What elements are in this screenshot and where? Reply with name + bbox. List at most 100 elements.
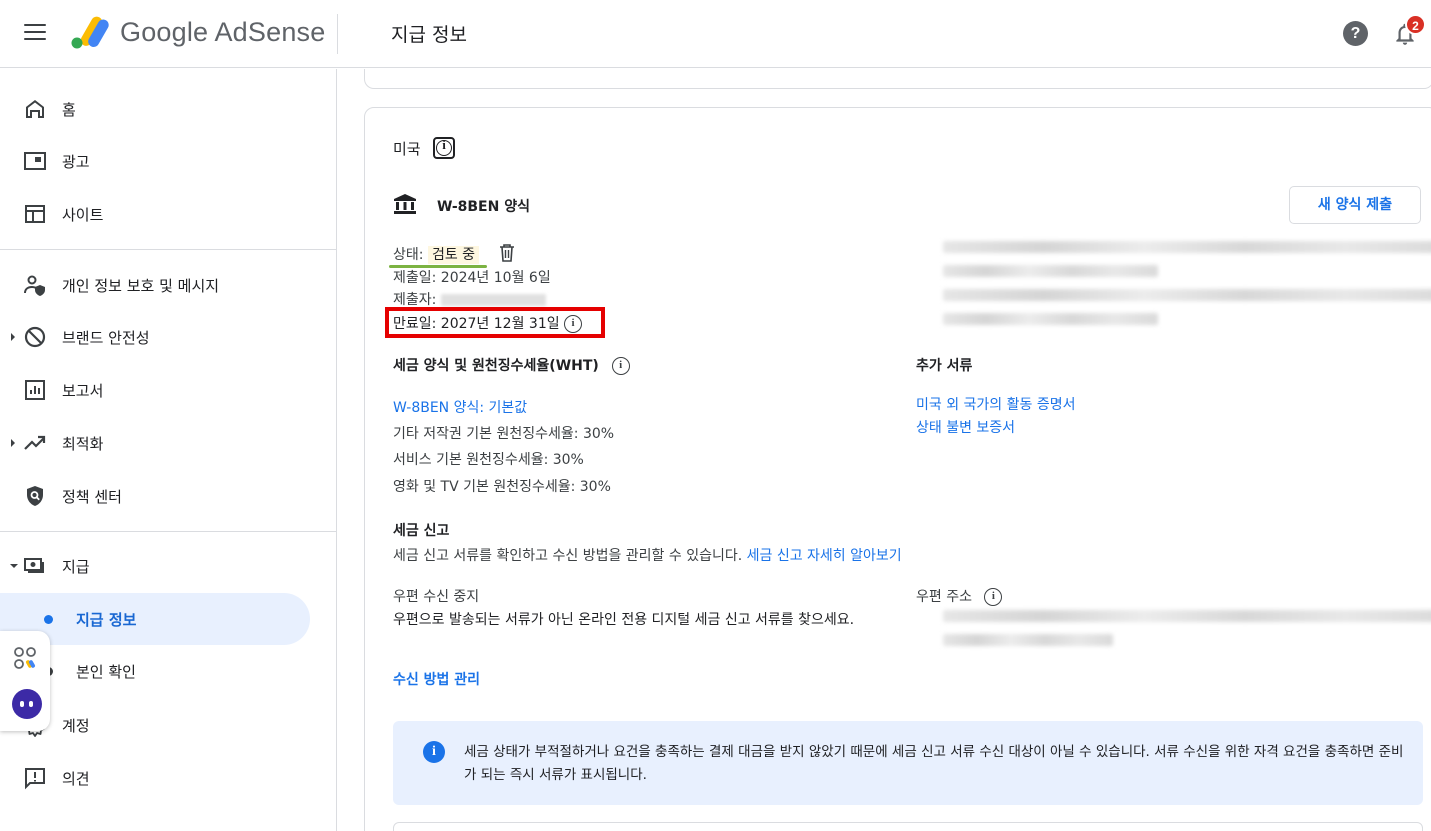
sidebar-item-label: 지급: [62, 558, 90, 576]
sidebar-subitem-label: 지급 정보: [76, 611, 137, 629]
sidebar-item-sites[interactable]: 사이트: [0, 189, 330, 237]
redacted-text: [943, 289, 1431, 301]
tax-filing-learn-more-link[interactable]: 세금 신고 자세히 알아보기: [747, 548, 902, 564]
main-content: 미국 W-8BEN 양식 새 양식 제출 상태: 검토 중 제출일: 2024년…: [338, 69, 1431, 831]
bank-icon: [394, 194, 416, 214]
sidebar-subitem-label: 본인 확인: [76, 663, 136, 681]
floating-assistant-widget: [0, 631, 50, 731]
country-title: 미국: [393, 140, 421, 158]
additional-docs-title: 추가 서류: [916, 358, 973, 374]
help-icon[interactable]: ?: [1343, 21, 1368, 46]
sidebar-item-label: 광고: [62, 153, 90, 171]
ads-icon: [24, 152, 46, 170]
submitted-date: 제출일: 2024년 10월 6일: [393, 270, 551, 286]
assistant-bot-icon[interactable]: [12, 689, 42, 719]
submit-new-form-button[interactable]: 새 양식 제출: [1289, 186, 1421, 224]
expiry-line: 만료일: 2027년 12월 31일 i: [393, 313, 583, 333]
sidebar-item-label: 의견: [62, 770, 90, 788]
redacted-address: [943, 634, 1113, 646]
sidebar-item-reports[interactable]: 보고서: [0, 365, 330, 413]
trending-up-icon: [24, 435, 46, 450]
info-icon[interactable]: [433, 137, 455, 159]
status-label: 상태:: [393, 247, 424, 263]
sidebar-item-label: 최적화: [62, 435, 104, 453]
info-filled-icon: i: [423, 741, 445, 763]
manage-delivery-link[interactable]: 수신 방법 관리: [393, 669, 480, 689]
delete-trash-icon[interactable]: [499, 244, 515, 262]
redacted-address: [943, 610, 1431, 622]
expand-caret-icon[interactable]: [11, 333, 15, 341]
nav-divider: [0, 531, 337, 532]
wht-section-title: 세금 양식 및 원천징수세율(WHT) i: [393, 355, 630, 375]
info-notice: i 세금 상태가 부적절하거나 요건을 충족하는 결제 대금을 받지 않았기 때…: [393, 721, 1423, 805]
privacy-messaging-icon: [24, 275, 45, 296]
previous-card: [364, 69, 1431, 89]
nav-divider: [0, 249, 337, 250]
certificate-of-activities-link[interactable]: 미국 외 국가의 활동 증명서: [916, 394, 1075, 414]
tax-info-card: 미국 W-8BEN 양식 새 양식 제출 상태: 검토 중 제출일: 2024년…: [364, 107, 1431, 831]
info-icon[interactable]: i: [984, 588, 1003, 606]
form-name: W-8BEN 양식: [437, 199, 530, 215]
redacted-text: [943, 241, 1431, 253]
wht-rate-item: 서비스 기본 원천징수세율: 30%: [393, 452, 584, 468]
wht-title-text: 세금 양식 및 원천징수세율(WHT): [393, 358, 599, 374]
redacted-text: [943, 265, 1158, 277]
sidebar-item-ads[interactable]: 광고: [0, 136, 330, 184]
submitter-line: 제출자:: [393, 289, 546, 309]
postal-address-title: 우편 주소 i: [916, 586, 1003, 606]
submitter-label: 제출자:: [393, 292, 437, 308]
info-icon[interactable]: i: [611, 357, 630, 375]
sidebar-item-label: 개인 정보 보호 및 메시지: [62, 277, 220, 295]
tax-filing-description: 세금 신고 서류를 확인하고 수신 방법을 관리할 수 있습니다. 세금 신고 …: [393, 545, 902, 565]
postal-stop-title: 우편 수신 중지: [393, 589, 480, 605]
block-icon: [24, 326, 46, 348]
info-icon[interactable]: i: [564, 315, 583, 333]
brand-name[interactable]: Google AdSense: [120, 17, 325, 48]
page-title: 지급 정보: [391, 24, 467, 46]
sidebar-nav: 홈 광고 사이트 개인 정보 보호 및 메시지 브랜드 안전성 보고서 최적화 …: [0, 69, 337, 831]
reports-icon: [25, 380, 45, 400]
main-menu-button[interactable]: [24, 24, 46, 42]
home-icon: [26, 100, 44, 118]
sidebar-item-feedback[interactable]: 의견: [0, 753, 330, 801]
sidebar-item-payments[interactable]: 지급: [0, 541, 330, 589]
bullet-dot-icon: [44, 615, 53, 624]
postal-address-title-text: 우편 주소: [916, 589, 972, 605]
sidebar-item-label: 사이트: [62, 206, 104, 224]
postal-stop-description: 우편으로 발송되는 서류가 아닌 온라인 전용 디지털 세금 신고 서류를 찾으…: [393, 612, 855, 628]
next-section-box: [393, 822, 1423, 831]
sidebar-item-policy-center[interactable]: 정책 센터: [0, 471, 330, 519]
apps-icon[interactable]: [12, 645, 38, 671]
sidebar-item-label: 계정: [62, 717, 90, 735]
sidebar-item-privacy-messaging[interactable]: 개인 정보 보호 및 메시지: [0, 260, 330, 308]
redacted-name: [440, 294, 546, 306]
tax-filing-desc-text: 세금 신고 서류를 확인하고 수신 방법을 관리할 수 있습니다.: [393, 548, 743, 564]
sidebar-item-label: 홈: [62, 101, 76, 119]
status-value: 검토 중: [427, 246, 480, 264]
adsense-logo-icon[interactable]: [70, 14, 110, 50]
status-line: 상태: 검토 중: [393, 244, 480, 264]
sidebar-item-label: 브랜드 안전성: [62, 329, 150, 347]
sites-icon: [25, 205, 45, 223]
wht-rate-item: 기타 저작권 기본 원천징수세율: 30%: [393, 426, 615, 442]
wht-rate-item: 영화 및 TV 기본 원천징수세율: 30%: [393, 479, 611, 495]
tax-filing-title: 세금 신고: [393, 523, 450, 539]
notification-count-badge: 2: [1405, 14, 1426, 35]
sidebar-item-optimization[interactable]: 최적화: [0, 418, 330, 466]
policy-shield-icon: [27, 486, 43, 506]
collapse-caret-icon[interactable]: [10, 564, 18, 568]
header-divider: [337, 14, 338, 54]
sidebar-item-label: 정책 센터: [62, 488, 122, 506]
expiry-date: 만료일: 2027년 12월 31일: [393, 316, 560, 332]
feedback-icon: [25, 768, 45, 790]
sidebar-item-label: 보고서: [62, 382, 104, 400]
notice-text: 세금 상태가 부적절하거나 요건을 충족하는 결제 대금을 받지 않았기 때문에…: [464, 744, 1404, 783]
redacted-text: [943, 313, 1158, 325]
no-change-certificate-link[interactable]: 상태 불변 보증서: [916, 417, 1015, 437]
expand-caret-icon[interactable]: [11, 439, 15, 447]
sidebar-item-brand-safety[interactable]: 브랜드 안전성: [0, 312, 330, 360]
app-header: Google AdSense 지급 정보 ? 2: [0, 0, 1431, 68]
w8ben-default-link[interactable]: W-8BEN 양식: 기본값: [393, 397, 527, 417]
sidebar-item-home[interactable]: 홈: [0, 84, 330, 132]
payments-icon: [24, 558, 44, 573]
